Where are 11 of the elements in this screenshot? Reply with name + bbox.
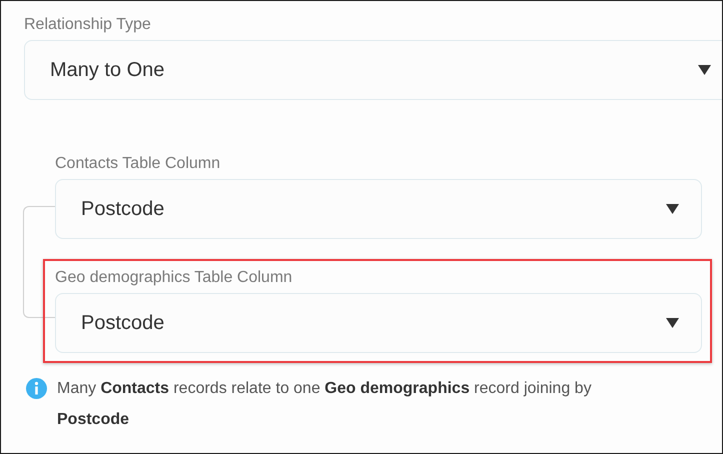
field-label: Contacts Table Column — [55, 155, 222, 173]
relationship-note: Many Contacts records relate to one Geo demographics record joining by Postcode — [57, 379, 592, 430]
caret-icon — [666, 318, 679, 328]
field-label: Geo demographics Table Column — [55, 269, 294, 287]
relationship-type-dropdown[interactable]: Many to One — [24, 40, 722, 100]
field-label: Relationship Type — [24, 16, 152, 34]
caret-icon — [698, 65, 711, 75]
info-icon — [26, 378, 47, 399]
caret-icon — [666, 204, 679, 214]
column-dropdown[interactable]: Postcode — [55, 179, 702, 239]
column-dropdown[interactable]: Postcode — [55, 293, 702, 353]
